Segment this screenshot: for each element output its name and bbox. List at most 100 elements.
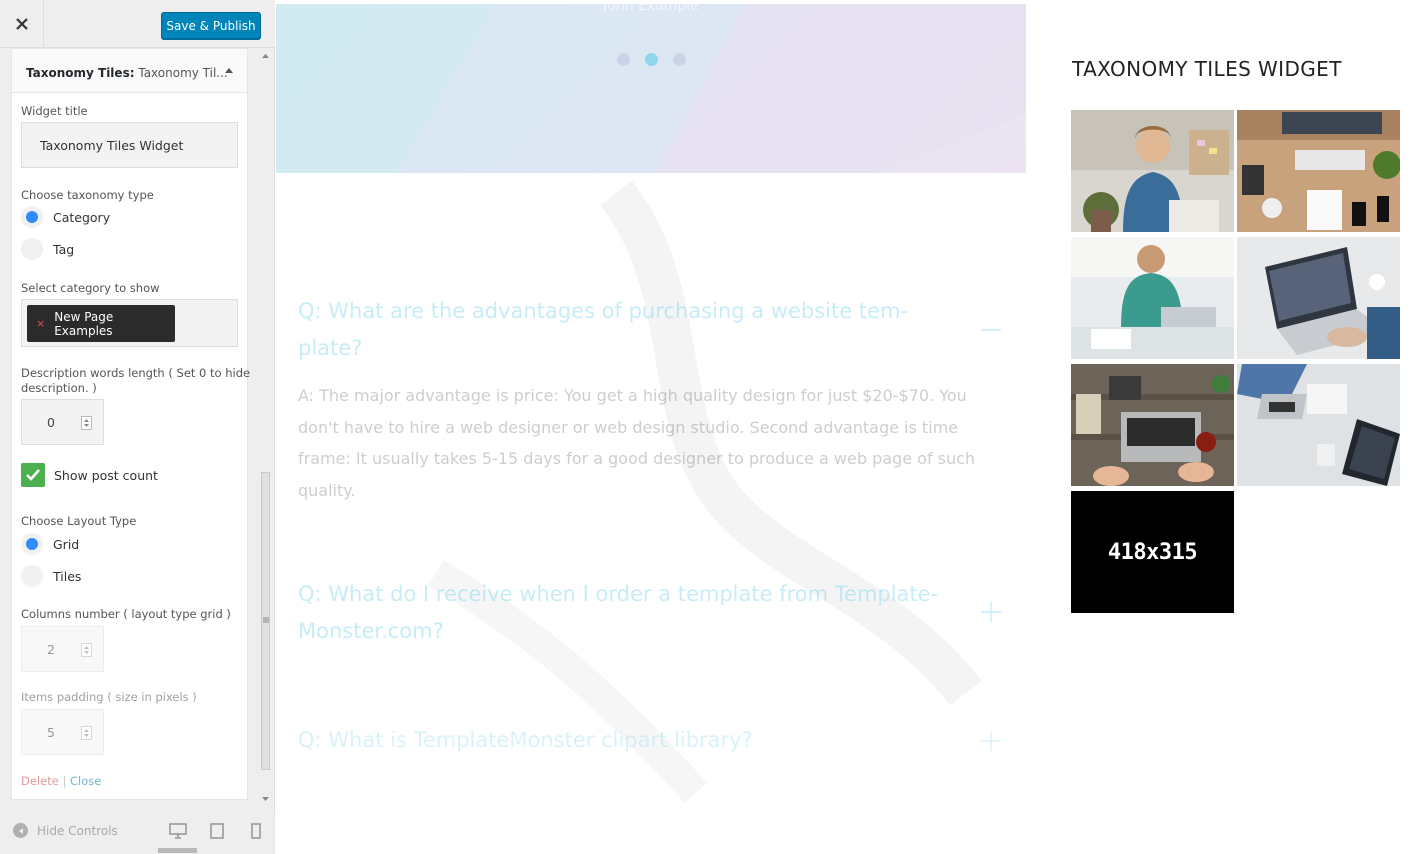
scroll-grip-icon [263, 617, 269, 623]
mobile-icon[interactable] [247, 823, 265, 839]
faq-question-1-line1: Q: What are the advantages of purchasing… [298, 299, 908, 323]
minus-icon[interactable] [980, 319, 1002, 341]
radio-tag[interactable]: Tag [21, 238, 74, 260]
faq-question-2-line1: Q: What do I receive when I order a temp… [298, 582, 939, 606]
widget-title-label: Widget title [21, 104, 88, 118]
description-length-input[interactable]: 0 [21, 399, 104, 445]
checkmark-icon [26, 469, 40, 481]
faq-question-3-line1: Q: What is TemplateMonster clipart libra… [298, 728, 753, 752]
faq-question-1-line2: plate? [298, 336, 363, 360]
collapse-icon [13, 823, 28, 838]
radio-tag-label: Tag [53, 241, 75, 257]
tile-desk-top-view[interactable] [1237, 110, 1400, 232]
close-icon [15, 18, 28, 30]
items-padding-input[interactable]: 5 [21, 709, 104, 755]
category-select[interactable]: × New Page Examples [21, 299, 238, 347]
faq-answer-line: quality. [298, 480, 356, 500]
slider-pagination [617, 53, 686, 66]
columns-number-label: Columns number ( layout type grid ) [21, 607, 231, 621]
faq-question-2-line2: Monster.com? [298, 619, 444, 643]
faq-section: Q: What are the advantages of purchasing… [276, 173, 1026, 854]
customizer-panel: Save & Publish Taxonomy Tiles: Taxonomy … [0, 0, 275, 854]
faq-question-1[interactable]: Q: What are the advantages of purchasing… [298, 293, 978, 367]
hide-controls-button[interactable]: Hide Controls [13, 823, 118, 838]
category-chip: × New Page Examples [27, 305, 175, 342]
remove-chip-icon[interactable]: × [36, 317, 45, 330]
tile-man-at-laptop[interactable] [1071, 237, 1234, 359]
show-post-count-label: Show post count [54, 468, 158, 483]
widget-header[interactable]: Taxonomy Tiles: Taxonomy Til... [12, 49, 247, 93]
slider-dot[interactable] [617, 53, 630, 66]
category-chip-label: New Page Examples [54, 309, 114, 338]
scroll-up-icon[interactable] [261, 52, 270, 59]
widget-instance-label: Taxonomy Til... [138, 66, 228, 80]
scroll-down-icon[interactable] [261, 796, 270, 803]
radio-tiles-label: Tiles [53, 568, 82, 584]
number-spinner[interactable] [81, 416, 92, 430]
widget-title-input[interactable]: Taxonomy Tiles Widget [21, 122, 238, 168]
close-widget-link[interactable]: Close [70, 774, 101, 788]
radio-button[interactable] [21, 238, 43, 260]
taxonomy-type-label: Choose taxonomy type [21, 188, 154, 202]
faq-question-2[interactable]: Q: What do I receive when I order a temp… [298, 576, 978, 650]
placeholder-size-label: 418x315 [1107, 539, 1198, 565]
faq-answer-line: don't have to hire a web designer or web… [298, 417, 959, 437]
items-padding-value: 5 [47, 725, 55, 740]
radio-grid[interactable]: Grid [21, 533, 79, 555]
radio-selected-dot [26, 538, 38, 550]
description-length-label-cont: description. ) [21, 381, 97, 395]
plus-icon[interactable] [980, 730, 1002, 752]
plus-icon[interactable] [980, 601, 1002, 623]
site-preview: John Example Q: What are the advantages … [276, 0, 1419, 854]
columns-number-input[interactable]: 2 [21, 626, 104, 672]
tile-wooden-desk-laptop[interactable] [1071, 364, 1234, 486]
desktop-icon[interactable] [169, 823, 187, 839]
items-padding-label: Items padding ( size in pixels ) [21, 690, 197, 704]
slider-dot-active[interactable] [645, 53, 658, 66]
description-length-label: Description words length ( Set 0 to hide [21, 366, 251, 380]
customizer-header: Save & Publish [0, 0, 275, 48]
widget-type-label: Taxonomy Tiles: [26, 66, 135, 80]
faq-question-3[interactable]: Q: What is TemplateMonster clipart libra… [298, 722, 978, 759]
customizer-footer: Hide Controls [0, 814, 275, 854]
hero-slider: John Example [276, 4, 1026, 173]
radio-button[interactable] [21, 206, 43, 228]
device-active-indicator [158, 848, 197, 853]
tile-man-on-phone[interactable] [1071, 110, 1234, 232]
radio-category[interactable]: Category [21, 206, 110, 228]
widget-actions: Delete | Close [21, 774, 101, 788]
number-spinner[interactable] [81, 643, 92, 657]
layout-type-label: Choose Layout Type [21, 514, 137, 528]
radio-category-label: Category [53, 209, 111, 225]
widget-header-title: Taxonomy Tiles: Taxonomy Til... [26, 66, 228, 80]
collapse-arrow-icon[interactable] [224, 66, 234, 74]
taxonomy-tiles-widget: TAXONOMY TILES WIDGET 418x315 [1071, 0, 1401, 854]
panel-scrollbar[interactable] [259, 48, 272, 806]
hide-controls-label: Hide Controls [37, 823, 118, 838]
scrollbar-thumb[interactable] [261, 472, 270, 770]
columns-number-value: 2 [47, 642, 55, 657]
radio-tiles[interactable]: Tiles [21, 565, 81, 587]
widget-heading: TAXONOMY TILES WIDGET [1072, 57, 1342, 81]
faq-answer-line: A: The major advantage is price: You get… [298, 386, 967, 405]
faq-answer-1: A: The major advantage is price: You get… [298, 380, 998, 506]
radio-selected-dot [26, 211, 38, 223]
show-post-count-checkbox[interactable] [21, 463, 45, 487]
faq-answer-line: frame: It usually takes 5-15 days for a … [298, 449, 976, 468]
close-customizer-button[interactable] [0, 0, 44, 48]
hero-background-shapes [276, 4, 1026, 173]
number-spinner[interactable] [81, 726, 92, 740]
radio-button[interactable] [21, 533, 43, 555]
slider-dot[interactable] [673, 53, 686, 66]
tile-typing-laptop[interactable] [1237, 237, 1400, 359]
save-publish-button[interactable]: Save & Publish [161, 12, 261, 39]
tile-white-desk[interactable] [1237, 364, 1400, 486]
delete-widget-link[interactable]: Delete [21, 774, 59, 788]
hero-caption: John Example [603, 4, 699, 14]
tile-placeholder[interactable]: 418x315 [1071, 491, 1234, 613]
description-length-value: 0 [47, 415, 55, 430]
tablet-icon[interactable] [208, 823, 226, 839]
radio-grid-label: Grid [53, 536, 80, 552]
radio-button[interactable] [21, 565, 43, 587]
actions-separator: | [62, 774, 67, 788]
